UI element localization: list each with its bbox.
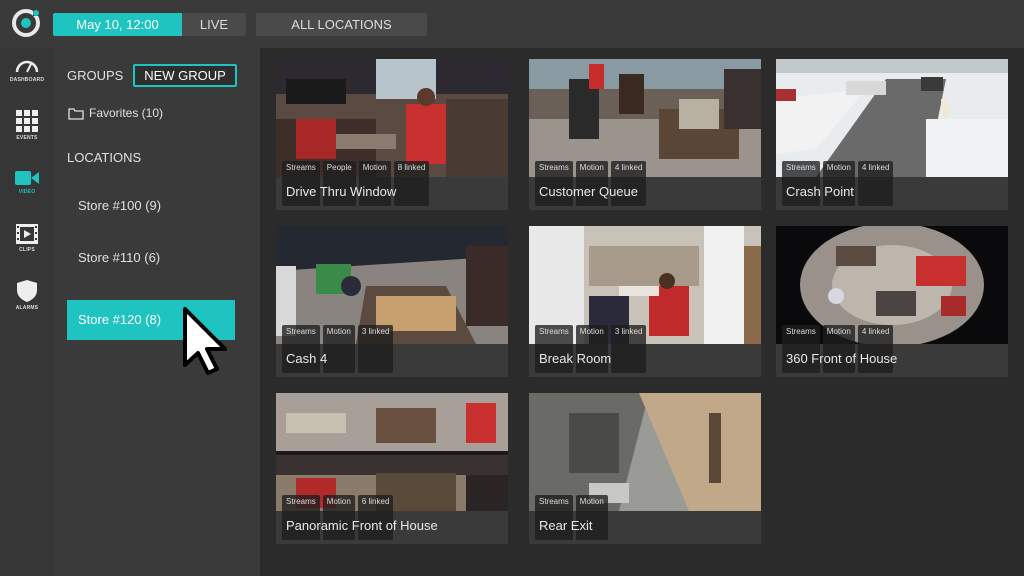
all-locations-button[interactable]: ALL LOCATIONS [256, 13, 427, 36]
location-store-110[interactable]: Store #110 (6) [67, 238, 235, 278]
tag: 8 linked [393, 161, 430, 206]
nav-label: ALARMS [15, 305, 39, 311]
live-button[interactable]: LIVE [182, 13, 246, 36]
camera-card-break-room[interactable]: Streams Motion 3 linked Break Room [529, 226, 761, 377]
nav-label: EVENTS [16, 135, 38, 141]
camera-thumbnail[interactable] [276, 393, 508, 511]
video-camera-icon [15, 171, 39, 185]
camera-card-360-front-of-house[interactable]: Streams Motion 4 linked 360 Front of Hou… [776, 226, 1008, 377]
camera-card-drive-thru-window[interactable]: Streams People Motion 8 linked Drive Thr… [276, 59, 508, 210]
tag: 3 linked [610, 325, 647, 373]
camera-title: Panoramic Front of House [286, 518, 438, 533]
nav-label: CLIPS [19, 247, 35, 253]
folder-icon [68, 107, 84, 120]
nav-clips[interactable]: CLIPS [0, 224, 54, 274]
favorites-group[interactable]: Favorites (10) [68, 106, 163, 120]
date-time-button[interactable]: May 10, 12:00 [53, 13, 182, 36]
camera-title: Crash Point [786, 184, 854, 199]
left-nav: DASHBOARD EVENTS VIDEO CLIPS ALARMS [0, 48, 54, 576]
mouse-cursor-icon [183, 307, 227, 375]
camera-title: Drive Thru Window [286, 184, 397, 199]
camera-thumbnail[interactable] [529, 59, 761, 177]
app-logo-icon[interactable] [11, 8, 41, 38]
camera-thumbnail[interactable] [276, 59, 508, 177]
nav-dashboard[interactable]: DASHBOARD [0, 58, 54, 108]
grid-icon [16, 110, 38, 132]
camera-card-customer-queue[interactable]: Streams Motion 4 linked Customer Queue [529, 59, 761, 210]
camera-thumbnail[interactable] [529, 393, 761, 511]
shield-icon [17, 280, 37, 302]
nav-label: VIDEO [18, 189, 36, 195]
camera-thumbnail[interactable] [776, 59, 1008, 177]
nav-label: DASHBOARD [9, 77, 45, 83]
camera-grid: Streams People Motion 8 linked Drive Thr… [260, 48, 1024, 576]
camera-title: Cash 4 [286, 351, 328, 366]
nav-alarms[interactable]: ALARMS [0, 280, 54, 330]
camera-card-cash-4[interactable]: Streams Motion 3 linked Cash 4 [276, 226, 508, 377]
camera-card-rear-exit[interactable]: Streams Motion Rear Exit [529, 393, 761, 544]
tag: 4 linked [857, 161, 894, 206]
nav-video[interactable]: VIDEO [0, 170, 54, 220]
camera-title: Break Room [539, 351, 612, 366]
tag: Motion [322, 325, 355, 373]
camera-title: 360 Front of House [786, 351, 898, 366]
tag: 3 linked [357, 325, 394, 373]
nav-events[interactable]: EVENTS [0, 110, 54, 160]
favorites-label: Favorites (10) [89, 106, 164, 120]
locations-heading: LOCATIONS [67, 150, 142, 165]
top-bar: May 10, 12:00 LIVE ALL LOCATIONS [0, 0, 1024, 48]
new-group-button[interactable]: NEW GROUP [133, 64, 237, 87]
camera-title: Customer Queue [539, 184, 638, 199]
gauge-icon [15, 60, 39, 73]
location-store-100[interactable]: Store #100 (9) [67, 186, 235, 226]
camera-title: Rear Exit [539, 518, 593, 533]
camera-card-panoramic-front-of-house[interactable]: Streams Motion 6 linked Panoramic Front … [276, 393, 508, 544]
groups-heading: GROUPS [67, 68, 124, 83]
camera-card-crash-point[interactable]: Streams Motion 4 linked Crash Point [776, 59, 1008, 210]
film-icon [16, 224, 38, 244]
